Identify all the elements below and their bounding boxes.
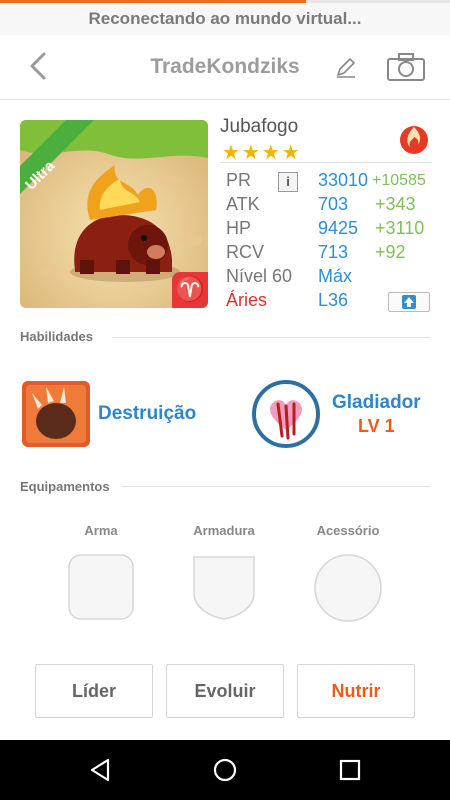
fire-icon	[400, 126, 428, 154]
stat-label: ATK	[226, 194, 260, 214]
level-label: Nível 60	[226, 266, 293, 286]
sign-label: Áries	[226, 290, 268, 310]
divider	[112, 337, 430, 338]
camera-icon[interactable]	[386, 52, 426, 82]
monster-name: Jubafogo	[220, 116, 299, 137]
header: TradeKondziks	[0, 35, 450, 100]
divider	[122, 486, 430, 487]
sign-value: L36	[318, 290, 349, 310]
stat-bonus: +3110	[375, 218, 425, 238]
claw-icon	[22, 381, 90, 447]
slot-label-armor: Armadura	[193, 523, 255, 538]
skill-gladiator-label[interactable]: Gladiador	[332, 392, 421, 414]
upgrade-button[interactable]	[388, 292, 430, 312]
abilities-heading: Habilidades	[20, 329, 93, 344]
accessory-slot[interactable]	[313, 553, 383, 623]
level-value: Máx	[318, 266, 353, 286]
stat-bonus: +343	[375, 194, 416, 214]
stat-value: 33010	[318, 170, 369, 190]
stat-value: 9425	[318, 218, 359, 238]
slot-label-accessory: Acessório	[316, 523, 380, 538]
divider	[220, 162, 432, 163]
aries-zodiac-icon: ♈	[172, 272, 208, 308]
page-title: TradeKondziks	[150, 55, 300, 78]
equipment-heading: Equipamentos	[20, 479, 110, 494]
stat-row-level: Nível 60 Máx	[226, 266, 436, 290]
feed-button[interactable]: Nutrir	[297, 664, 415, 718]
recents-square-icon[interactable]	[336, 756, 364, 784]
stat-row-pr: PR i 33010 +10585	[226, 170, 436, 194]
status-banner: Reconectando ao mundo virtual...	[0, 3, 450, 35]
system-navigation-bar	[0, 740, 450, 800]
weapon-slot[interactable]	[67, 553, 135, 621]
stat-label: RCV	[226, 242, 265, 262]
evolve-button[interactable]: Evoluir	[166, 664, 284, 718]
stat-row-atk: ATK 703 +343	[226, 194, 436, 218]
stat-value: 703	[318, 194, 349, 214]
skill-destruction-label[interactable]: Destruição	[98, 403, 196, 425]
stat-bonus: +10585	[372, 172, 426, 189]
stat-label: HP	[226, 218, 252, 238]
stat-value: 713	[318, 242, 349, 262]
armor-slot[interactable]	[190, 553, 258, 621]
skill-gladiator-icon[interactable]	[252, 380, 320, 448]
stat-bonus: +92	[375, 242, 406, 262]
info-icon[interactable]: i	[278, 172, 298, 192]
skill-destruction-icon[interactable]	[22, 381, 90, 447]
stat-row-sign: Áries L36	[226, 290, 436, 314]
leader-button[interactable]: Líder	[35, 664, 153, 718]
stat-label: PR	[226, 170, 252, 190]
pencil-icon[interactable]	[334, 55, 358, 79]
stat-row-hp: HP 9425 +3110	[226, 218, 436, 242]
slot-label-weapon: Arma	[84, 523, 118, 538]
stat-row-rcv: RCV 713 +92	[226, 242, 436, 266]
arrow-up-icon	[402, 295, 416, 309]
home-circle-icon[interactable]	[211, 756, 239, 784]
back-triangle-icon[interactable]	[86, 756, 114, 784]
skill-level: LV 1	[358, 416, 395, 436]
